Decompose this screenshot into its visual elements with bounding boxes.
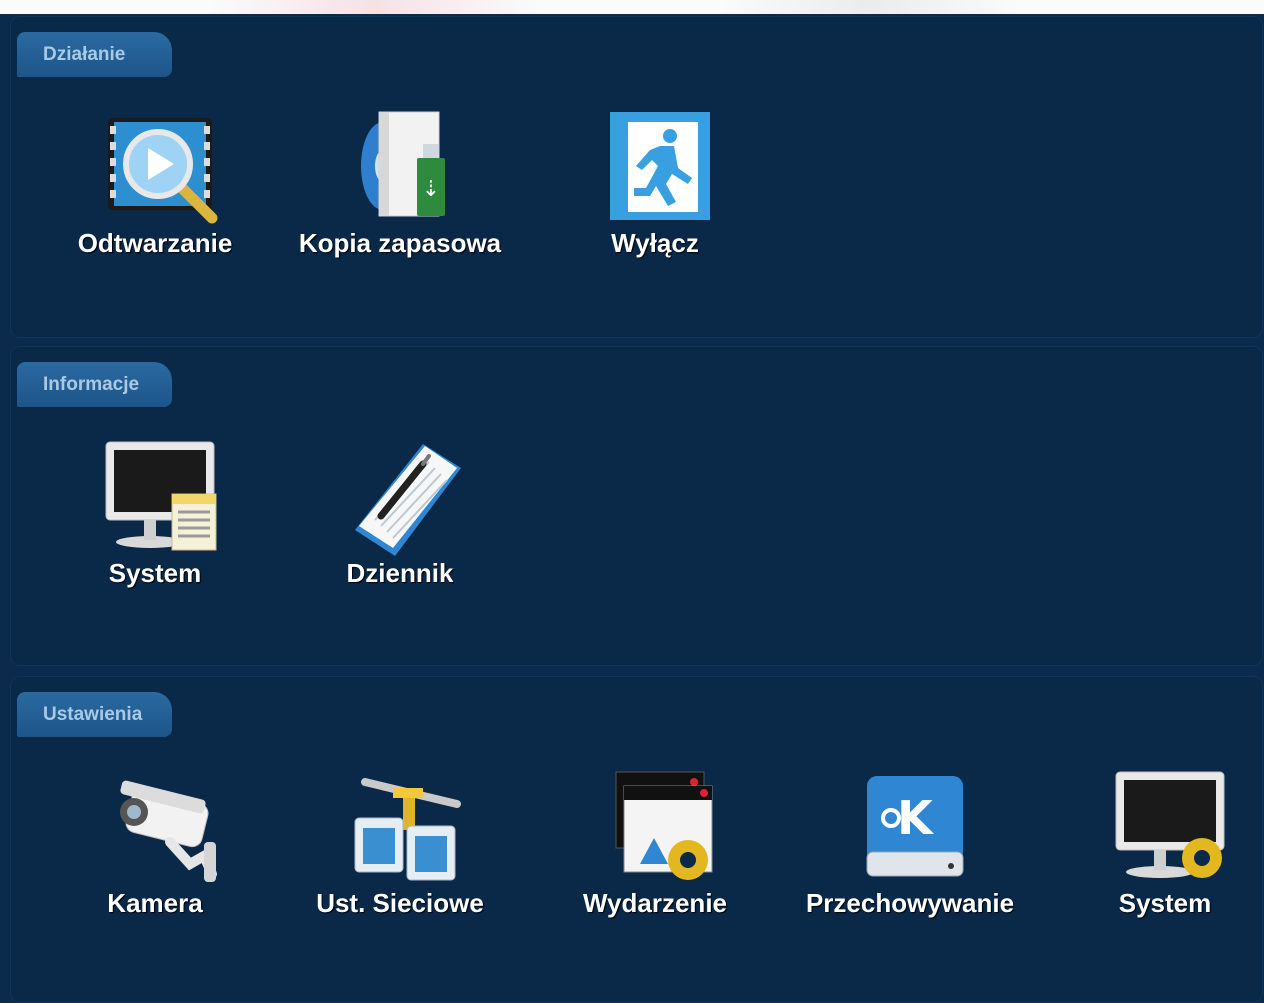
menu-item-label: Przechowywanie (805, 888, 1015, 918)
playback-icon (108, 118, 218, 224)
svg-text:⇣: ⇣ (422, 177, 440, 202)
system-info-icon (105, 441, 217, 551)
menu-item-label: Odtwarzanie (77, 228, 233, 258)
top-glow-right (720, 0, 1020, 14)
event-settings-icon (615, 771, 713, 880)
menu-item-storage[interactable]: K Przechowywanie (806, 768, 1014, 938)
section-operation: Działanie Odtwarzanie ⇣ Kopia zapasowa W… (10, 16, 1263, 338)
menu-item-event[interactable]: Wydarzenie (555, 768, 755, 938)
menu-item-label: Ust. Sieciowe (316, 888, 484, 918)
section-information-tab: Informacje (17, 362, 172, 407)
svg-text:K: K (897, 791, 935, 845)
top-glow-left (210, 0, 540, 14)
menu-item-system-info[interactable]: System (55, 438, 255, 608)
menu-item-backup[interactable]: ⇣ Kopia zapasowa (299, 108, 501, 278)
system-settings-icon (1115, 771, 1225, 878)
menu-item-system-settings[interactable]: System (1065, 768, 1264, 938)
menu-item-label: Kopia zapasowa (298, 228, 502, 258)
menu-item-shutdown[interactable]: Wyłącz (555, 108, 755, 278)
main-menu-screen: Działanie Odtwarzanie ⇣ Kopia zapasowa W… (0, 14, 1264, 1003)
menu-item-label: Wyłącz (611, 228, 699, 258)
menu-item-label: System (108, 558, 202, 588)
section-operation-tab: Działanie (17, 32, 172, 77)
menu-item-label: Kamera (107, 888, 203, 918)
section-settings-tab: Ustawienia (17, 692, 172, 737)
menu-item-playback[interactable]: Odtwarzanie (55, 108, 255, 278)
log-notebook-icon (355, 444, 461, 556)
menu-item-label: Wydarzenie (582, 888, 727, 918)
section-information: Informacje System Dziennik (10, 346, 1263, 666)
network-icon (354, 778, 461, 881)
menu-item-camera[interactable]: Kamera (55, 768, 255, 938)
menu-item-label: Dziennik (346, 558, 454, 588)
menu-item-log[interactable]: Dziennik (300, 438, 500, 608)
storage-icon: K (866, 776, 964, 877)
section-settings: Ustawienia Kamera Ust. Sieciowe Wydarzen… (10, 676, 1263, 1003)
menu-item-network[interactable]: Ust. Sieciowe (300, 768, 500, 938)
top-strip (0, 0, 1264, 14)
backup-icon: ⇣ (361, 111, 445, 217)
exit-icon (610, 112, 710, 220)
camera-icon (120, 780, 217, 882)
menu-item-label: System (1118, 888, 1212, 918)
